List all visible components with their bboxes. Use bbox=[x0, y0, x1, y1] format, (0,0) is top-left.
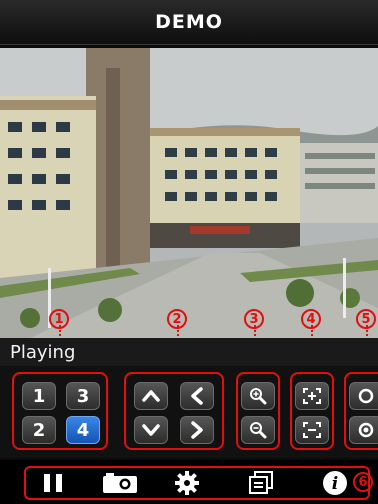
focus-near-button[interactable] bbox=[295, 382, 329, 410]
iris-close-button[interactable] bbox=[349, 416, 378, 444]
marker-2: 2 bbox=[167, 309, 187, 329]
snapshot-button[interactable] bbox=[100, 470, 140, 496]
camera-icon bbox=[103, 473, 137, 493]
arrow-up-icon bbox=[142, 390, 160, 402]
ptz-group bbox=[124, 372, 224, 450]
marker-4: 4 bbox=[301, 309, 321, 329]
channel-3-button[interactable]: 3 bbox=[66, 382, 100, 410]
iris-open-icon bbox=[358, 388, 374, 404]
gear-icon bbox=[175, 471, 199, 495]
zoom-group bbox=[236, 372, 280, 450]
status-bar: Playing bbox=[0, 338, 378, 366]
iris-close-icon bbox=[358, 422, 374, 438]
focus-far-icon bbox=[303, 422, 321, 438]
marker-3: 3 bbox=[244, 309, 264, 329]
ptz-up-button[interactable] bbox=[134, 382, 168, 410]
channel-4-button[interactable]: 4 bbox=[66, 416, 100, 444]
arrow-left-icon bbox=[191, 387, 203, 405]
info-button[interactable]: i bbox=[320, 470, 350, 496]
playback-status: Playing bbox=[10, 341, 76, 363]
control-panel: 1 3 2 4 bbox=[0, 366, 378, 458]
channel-group: 1 3 2 4 bbox=[12, 372, 108, 450]
settings-button[interactable] bbox=[172, 470, 202, 496]
svg-text:i: i bbox=[332, 474, 338, 494]
arrow-down-icon bbox=[142, 424, 160, 436]
zoom-out-button[interactable] bbox=[241, 416, 275, 444]
ptz-left-button[interactable] bbox=[180, 382, 214, 410]
info-icon: i bbox=[323, 471, 347, 495]
pause-button[interactable] bbox=[38, 470, 68, 496]
title-bar: DEMO bbox=[0, 0, 378, 45]
channel-2-button[interactable]: 2 bbox=[22, 416, 56, 444]
app-window: DEMO 1 2 3 4 5 Playing 1 3 2 4 i 6 bbox=[0, 0, 378, 504]
video-view[interactable] bbox=[0, 48, 378, 338]
video-frame bbox=[0, 48, 378, 338]
zoom-out-icon bbox=[250, 422, 267, 439]
zoom-in-button[interactable] bbox=[241, 382, 275, 410]
pause-icon bbox=[44, 474, 62, 492]
bottom-toolbar: i 6 bbox=[0, 460, 378, 504]
window-icon bbox=[249, 471, 273, 494]
iris-open-button[interactable] bbox=[349, 382, 378, 410]
arrow-right-icon bbox=[191, 421, 203, 439]
focus-near-icon bbox=[303, 388, 321, 404]
marker-6: 6 bbox=[353, 472, 373, 492]
ptz-down-button[interactable] bbox=[134, 416, 168, 444]
channel-1-button[interactable]: 1 bbox=[22, 382, 56, 410]
marker-1: 1 bbox=[49, 309, 69, 329]
marker-5: 5 bbox=[356, 309, 376, 329]
focus-far-button[interactable] bbox=[295, 416, 329, 444]
zoom-in-icon bbox=[250, 388, 267, 405]
iris-group bbox=[344, 372, 378, 450]
multiview-button[interactable] bbox=[246, 470, 276, 496]
focus-group bbox=[290, 372, 334, 450]
page-title: DEMO bbox=[155, 11, 223, 33]
ptz-right-button[interactable] bbox=[180, 416, 214, 444]
